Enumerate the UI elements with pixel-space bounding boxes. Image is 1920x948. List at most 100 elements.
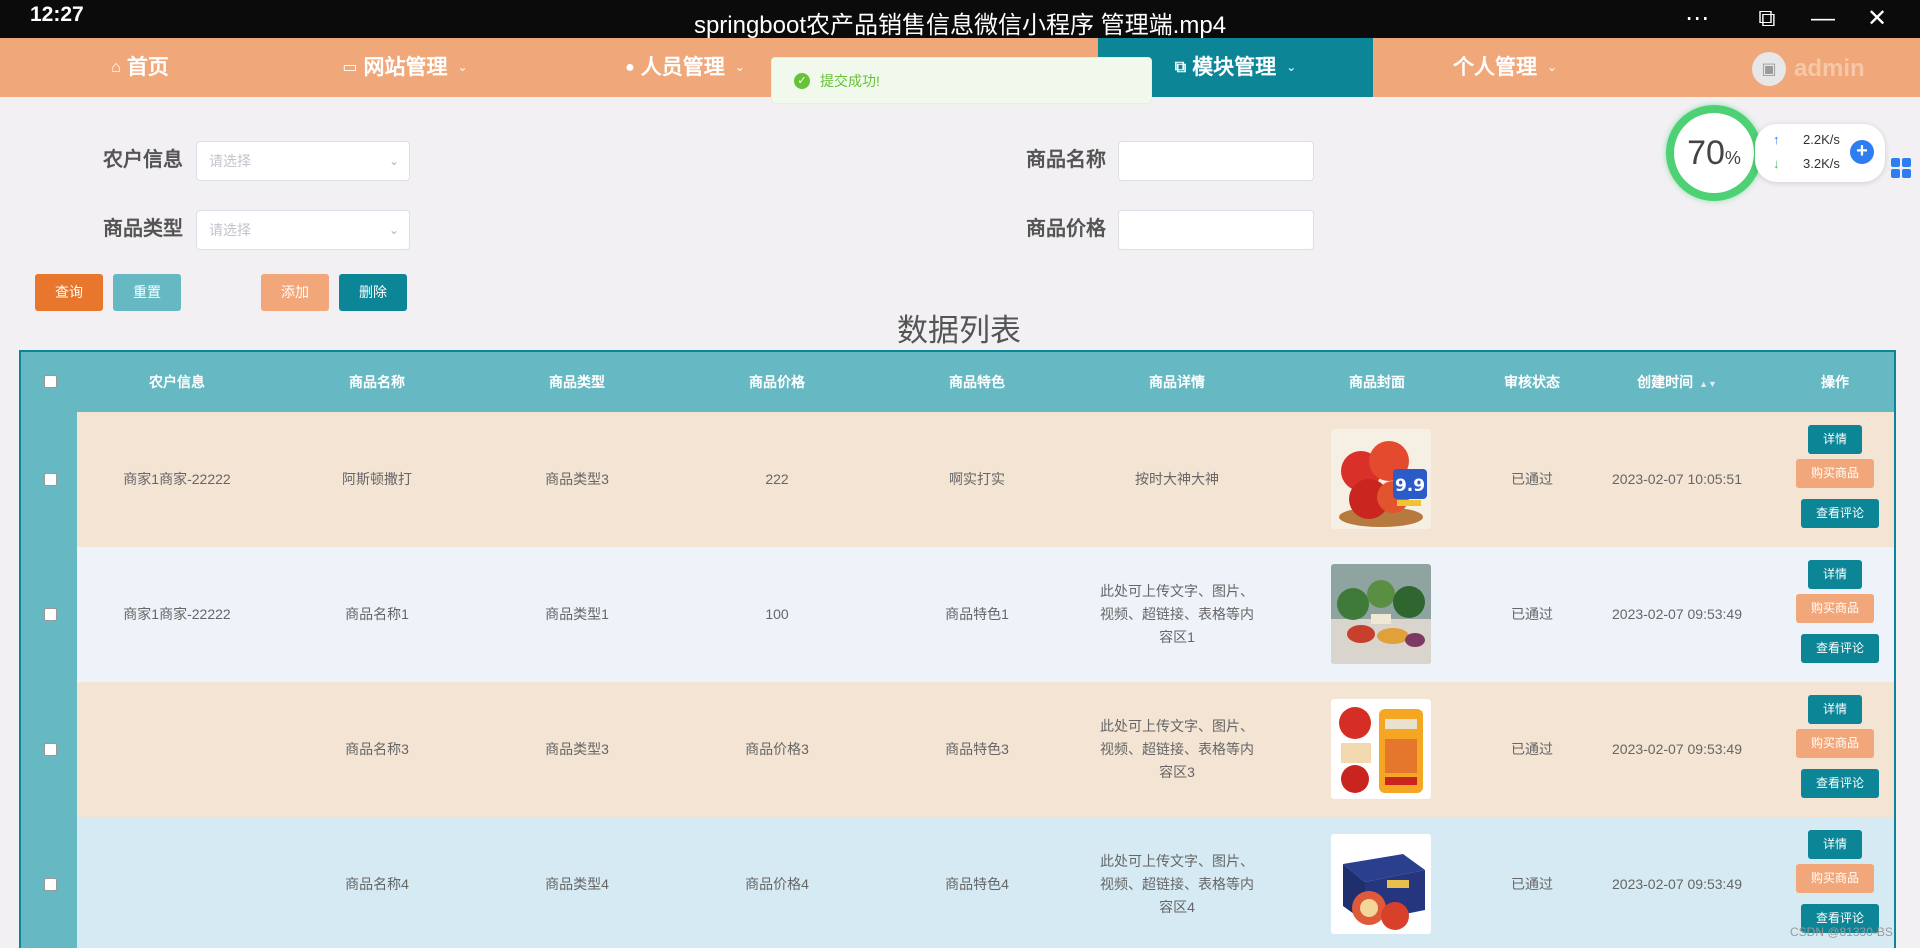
product-price-input[interactable] — [1118, 210, 1314, 250]
detail-button[interactable]: 详情 — [1808, 695, 1862, 724]
user-menu[interactable]: ▣ admin — [1752, 52, 1865, 86]
col-created[interactable]: 创建时间 ▲▼ — [1587, 352, 1767, 412]
monitor-icon: ▭ — [342, 59, 358, 76]
cell-name: 商品名称1 — [345, 606, 409, 622]
chevron-down-icon: ⌄ — [1286, 60, 1297, 74]
nav-site-label: 网站管理 — [363, 56, 448, 79]
row-checkbox[interactable] — [44, 473, 57, 486]
cell-created: 2023-02-07 09:53:49 — [1612, 606, 1742, 622]
cell-feature: 啊实打实 — [949, 471, 1005, 487]
cover-image-rice-bag — [1331, 699, 1431, 799]
table-row: 商家1商家-22222 商品名称1 商品类型1 100 商品特色1 此处可上传文… — [21, 547, 1894, 682]
picture-in-picture-icon[interactable]: ⧉ — [1752, 4, 1782, 34]
detail-button[interactable]: 详情 — [1808, 425, 1862, 454]
cell-price: 222 — [765, 471, 789, 487]
cell-feature: 商品特色4 — [945, 876, 1009, 892]
cell-type: 商品类型1 — [545, 606, 609, 622]
gauge-unit: % — [1724, 148, 1741, 168]
apps-grid-icon[interactable] — [1891, 158, 1911, 178]
cover-image-vegetables — [1331, 564, 1431, 664]
nav-home-label: 首页 — [126, 56, 169, 79]
cell-detail: 此处可上传文字、图片、视频、超链接、表格等内容区1 — [1100, 583, 1254, 645]
cell-status: 已通过 — [1511, 606, 1553, 622]
product-type-label: 商品类型 — [103, 218, 183, 240]
nav-personal-management[interactable]: 个人管理 ⌄ — [1420, 38, 1590, 97]
success-toast: ✓ 提交成功! — [771, 57, 1152, 104]
table-row: 商家1商家-22222 阿斯顿撒打 商品类型3 222 啊实打实 按时大神大神 … — [21, 412, 1894, 547]
cell-status: 已通过 — [1511, 741, 1553, 757]
chevron-down-icon: ⌄ — [388, 223, 399, 237]
cell-farmer — [77, 817, 277, 948]
col-actions: 操作 — [1821, 374, 1849, 390]
minimize-icon[interactable]: — — [1808, 4, 1838, 34]
plus-icon[interactable]: + — [1850, 140, 1874, 164]
cell-farmer — [77, 682, 277, 817]
cell-created: 2023-02-07 10:05:51 — [1612, 471, 1742, 487]
sort-icon[interactable]: ▲▼ — [1699, 379, 1717, 389]
col-cover: 商品封面 — [1349, 374, 1405, 390]
nav-module-label: 模块管理 — [1192, 56, 1277, 79]
nav-home[interactable]: ⌂ 首页 — [60, 38, 220, 97]
video-player-bar: 12:27 springboot农产品销售信息微信小程序 管理端.mp4 ⋯ ⧉… — [0, 0, 1920, 39]
product-price-label: 商品价格 — [1026, 218, 1106, 240]
nav-people-management[interactable]: ● 人员管理 ⌄ — [600, 38, 770, 97]
buy-button[interactable]: 购买商品 — [1796, 594, 1874, 623]
cell-price: 商品价格4 — [745, 876, 809, 892]
row-checkbox[interactable] — [44, 878, 57, 891]
buy-button[interactable]: 购买商品 — [1796, 729, 1874, 758]
watermark: CSDN @81330-BS — [1790, 925, 1893, 939]
product-table: 农户信息 商品名称 商品类型 商品价格 商品特色 商品详情 商品封面 审核状态 … — [19, 350, 1896, 948]
check-icon: ✓ — [794, 72, 810, 89]
detail-button[interactable]: 详情 — [1808, 830, 1862, 859]
col-price: 商品价格 — [749, 374, 805, 390]
product-type-select[interactable]: 请选择 ⌄ — [196, 210, 410, 250]
col-detail: 商品详情 — [1149, 374, 1205, 390]
cover-image-apples: 9.9 — [1331, 429, 1431, 529]
cell-status: 已通过 — [1511, 471, 1553, 487]
nav-site-management[interactable]: ▭ 网站管理 ⌄ — [320, 38, 490, 97]
row-checkbox[interactable] — [44, 743, 57, 756]
product-name-input[interactable] — [1118, 141, 1314, 181]
cell-price: 商品价格3 — [745, 741, 809, 757]
cell-created: 2023-02-07 09:53:49 — [1612, 741, 1742, 757]
chevron-down-icon: ⌄ — [388, 154, 399, 168]
farmer-info-label: 农户信息 — [103, 149, 183, 171]
cell-type: 商品类型3 — [545, 741, 609, 757]
cell-price: 100 — [765, 606, 789, 622]
nav-people-label: 人员管理 — [640, 56, 725, 79]
download-arrow-icon: ↓ — [1773, 156, 1780, 171]
cell-feature: 商品特色3 — [945, 741, 1009, 757]
close-icon[interactable]: ✕ — [1862, 4, 1892, 34]
table-row: 商品名称3 商品类型3 商品价格3 商品特色3 此处可上传文字、图片、视频、超链… — [21, 682, 1894, 817]
chevron-down-icon: ⌄ — [734, 60, 745, 74]
cover-image-apple-box — [1331, 834, 1431, 934]
cell-type: 商品类型3 — [545, 471, 609, 487]
view-comments-button[interactable]: 查看评论 — [1801, 769, 1879, 798]
home-icon: ⌂ — [111, 59, 121, 76]
product-name-label: 商品名称 — [1026, 149, 1106, 171]
user-icon: ● — [625, 59, 635, 76]
module-icon: ⧉ — [1174, 59, 1187, 76]
col-farmer: 农户信息 — [149, 374, 205, 390]
cell-name: 商品名称4 — [345, 876, 409, 892]
view-comments-button[interactable]: 查看评论 — [1801, 499, 1879, 528]
row-checkbox[interactable] — [44, 608, 57, 621]
view-comments-button[interactable]: 查看评论 — [1801, 634, 1879, 663]
cell-farmer: 商家1商家-22222 — [123, 606, 231, 622]
detail-button[interactable]: 详情 — [1808, 560, 1862, 589]
upload-arrow-icon: ↑ — [1773, 132, 1780, 147]
cell-detail: 此处可上传文字、图片、视频、超链接、表格等内容区4 — [1100, 853, 1254, 915]
select-all-checkbox[interactable] — [44, 375, 57, 388]
farmer-info-select[interactable]: 请选择 ⌄ — [196, 141, 410, 181]
cell-detail: 此处可上传文字、图片、视频、超链接、表格等内容区3 — [1100, 718, 1254, 780]
buy-button[interactable]: 购买商品 — [1796, 864, 1874, 893]
buy-button[interactable]: 购买商品 — [1796, 459, 1874, 488]
memory-gauge[interactable]: 70% — [1666, 105, 1762, 201]
table-row: 商品名称4 商品类型4 商品价格4 商品特色4 此处可上传文字、图片、视频、超链… — [21, 817, 1894, 948]
table-header: 农户信息 商品名称 商品类型 商品价格 商品特色 商品详情 商品封面 审核状态 … — [21, 352, 1894, 412]
col-name: 商品名称 — [349, 374, 405, 390]
more-icon[interactable]: ⋯ — [1682, 4, 1712, 34]
list-title: 数据列表 — [897, 313, 1021, 348]
nav-personal-label: 个人管理 — [1452, 56, 1537, 79]
cell-type: 商品类型4 — [545, 876, 609, 892]
